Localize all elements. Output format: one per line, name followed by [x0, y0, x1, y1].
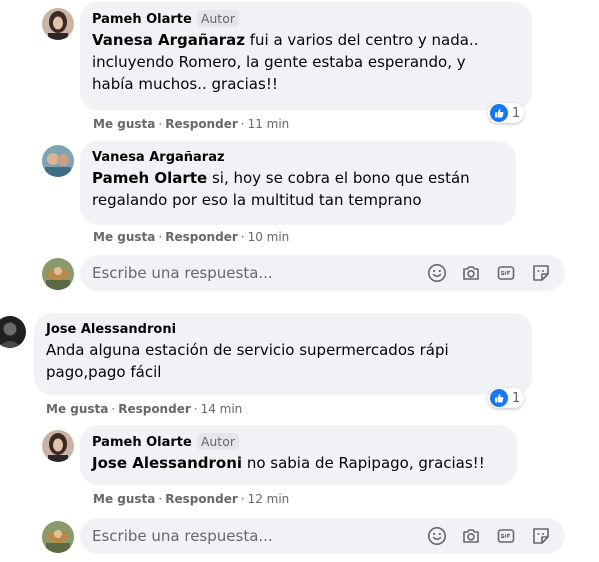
comment-author-line: Vanesa Argañaraz — [92, 149, 504, 167]
comment-actions: Me gusta · Responder · 12 min — [93, 492, 290, 506]
reply-input[interactable] — [92, 518, 392, 554]
camera-icon[interactable] — [461, 263, 481, 283]
reply-input[interactable] — [92, 255, 392, 291]
like-icon — [490, 389, 508, 407]
reaction-count[interactable]: 1 — [488, 103, 525, 123]
camera-icon[interactable] — [461, 526, 481, 546]
like-icon — [490, 104, 508, 122]
timestamp[interactable]: 11 min — [248, 117, 290, 131]
like-button[interactable]: Me gusta — [93, 492, 155, 506]
reply-button[interactable]: Responder — [165, 230, 238, 244]
comment-author[interactable]: Vanesa Argañaraz — [92, 150, 225, 165]
comment-bubble: Pameh Olarte Autor Vanesa Argañaraz fui a… — [80, 2, 532, 110]
mention-link[interactable]: Vanesa Argañaraz — [92, 31, 245, 49]
author-badge: Autor — [196, 433, 239, 450]
like-button[interactable]: Me gusta — [46, 402, 108, 416]
reply-composer[interactable] — [80, 518, 565, 554]
reply-button[interactable]: Responder — [165, 117, 238, 131]
gif-icon[interactable] — [496, 263, 516, 283]
like-button[interactable]: Me gusta — [93, 117, 155, 131]
comment-author[interactable]: Pameh Olarte — [92, 12, 192, 27]
comment-author[interactable]: Jose Alessandroni — [46, 322, 176, 337]
comment-text: Anda alguna estación de servicio superme… — [46, 341, 449, 381]
reply-button[interactable]: Responder — [118, 402, 191, 416]
avatar[interactable] — [42, 8, 74, 40]
timestamp[interactable]: 12 min — [248, 492, 290, 506]
comment-bubble: Jose Alessandroni Anda alguna estación d… — [34, 313, 532, 395]
comment-author[interactable]: Pameh Olarte — [92, 435, 192, 450]
reply-composer[interactable] — [80, 255, 565, 291]
comment-author-line: Pameh Olarte Autor — [92, 10, 520, 29]
comment-text: Pameh Olarte si, hoy se cobra el bono qu… — [92, 167, 504, 211]
current-user-avatar — [42, 521, 74, 553]
comment-author-line: Pameh Olarte Autor — [92, 433, 505, 452]
comment-actions: Me gusta · Responder · 11 min — [93, 117, 290, 131]
emoji-icon[interactable] — [427, 526, 447, 546]
comment-text: Jose Alessandroni no sabia de Rapipago, … — [92, 452, 505, 474]
comment-actions: Me gusta · Responder · 10 min — [93, 230, 290, 244]
comment-body: no sabia de Rapipago, gracias!! — [242, 454, 485, 472]
mention-link[interactable]: Pameh Olarte — [92, 169, 207, 187]
author-badge: Autor — [196, 10, 239, 27]
avatar[interactable] — [0, 316, 26, 348]
avatar[interactable] — [42, 430, 74, 462]
sticker-icon[interactable] — [531, 526, 551, 546]
reply-button[interactable]: Responder — [165, 492, 238, 506]
comment-actions: Me gusta · Responder · 14 min — [46, 402, 243, 416]
like-button[interactable]: Me gusta — [93, 230, 155, 244]
sticker-icon[interactable] — [531, 263, 551, 283]
emoji-icon[interactable] — [427, 263, 447, 283]
comment-bubble: Pameh Olarte Autor Jose Alessandroni no s… — [80, 425, 517, 485]
timestamp[interactable]: 14 min — [201, 402, 243, 416]
reaction-number: 1 — [512, 390, 521, 406]
reaction-number: 1 — [512, 105, 521, 121]
comment-bubble: Vanesa Argañaraz Pameh Olarte si, hoy se… — [80, 141, 516, 225]
timestamp[interactable]: 10 min — [248, 230, 290, 244]
comment-text: Vanesa Argañaraz fui a varios del centro… — [92, 29, 520, 95]
comment-author-line: Jose Alessandroni — [46, 321, 520, 339]
current-user-avatar — [42, 258, 74, 290]
avatar[interactable] — [42, 145, 74, 177]
mention-link[interactable]: Jose Alessandroni — [92, 454, 242, 472]
reaction-count[interactable]: 1 — [488, 388, 525, 408]
gif-icon[interactable] — [496, 526, 516, 546]
